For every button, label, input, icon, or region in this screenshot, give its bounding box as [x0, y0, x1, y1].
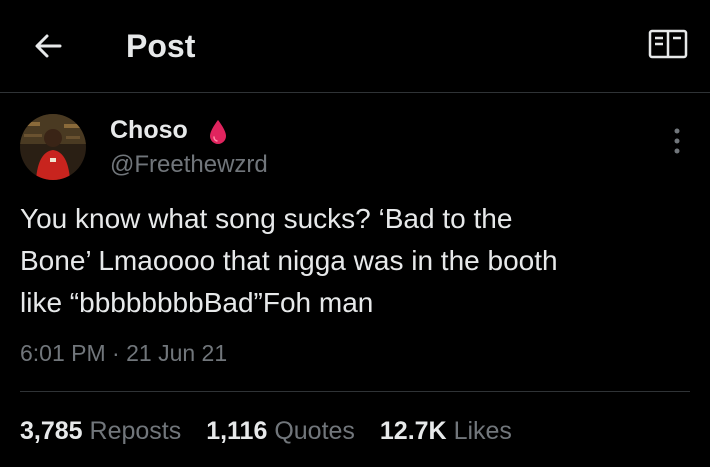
- more-vertical-icon: [674, 128, 680, 154]
- profile-photo: [20, 114, 86, 180]
- reader-mode-icon: [648, 29, 688, 59]
- quotes-stat[interactable]: 1,116 Quotes: [206, 414, 355, 448]
- likes-count: 12.7K: [379, 417, 447, 445]
- reader-mode-button[interactable]: [646, 26, 690, 62]
- quotes-label: Quotes: [274, 417, 355, 445]
- avatar[interactable]: [20, 114, 86, 180]
- page-title: Post: [126, 28, 196, 64]
- reposts-count: 3,785: [20, 417, 83, 445]
- author-handle[interactable]: @Freethewzrd: [110, 150, 268, 180]
- top-bar: Post: [0, 0, 710, 93]
- author-name[interactable]: Choso: [110, 114, 188, 146]
- more-options-button[interactable]: [660, 124, 694, 158]
- post-text-line: like “bbbbbbbbBad”Foh man: [20, 287, 374, 318]
- divider: [20, 391, 690, 392]
- post-text: You know what song sucks? ‘Bad to the Bo…: [20, 198, 690, 324]
- likes-stat[interactable]: 12.7K Likes: [380, 414, 512, 448]
- likes-label: Likes: [453, 417, 512, 445]
- post-text-line: Bone’ Lmaoooo that nigga was in the boot…: [20, 245, 558, 276]
- reposts-stat[interactable]: 3,785 Reposts: [20, 414, 181, 448]
- quotes-count: 1,116: [206, 417, 268, 445]
- arrow-left-icon: [35, 34, 62, 58]
- post-timestamp[interactable]: 6:01 PM · 21 Jun 21: [20, 338, 227, 368]
- back-button[interactable]: [30, 28, 66, 64]
- reposts-label: Reposts: [89, 417, 182, 445]
- post-text-line: You know what song sucks? ‘Bad to the: [20, 203, 513, 234]
- post-stats: 3,785 Reposts 1,116 Quotes 12.7K Likes: [20, 414, 530, 448]
- blood-drop-icon: [210, 120, 226, 144]
